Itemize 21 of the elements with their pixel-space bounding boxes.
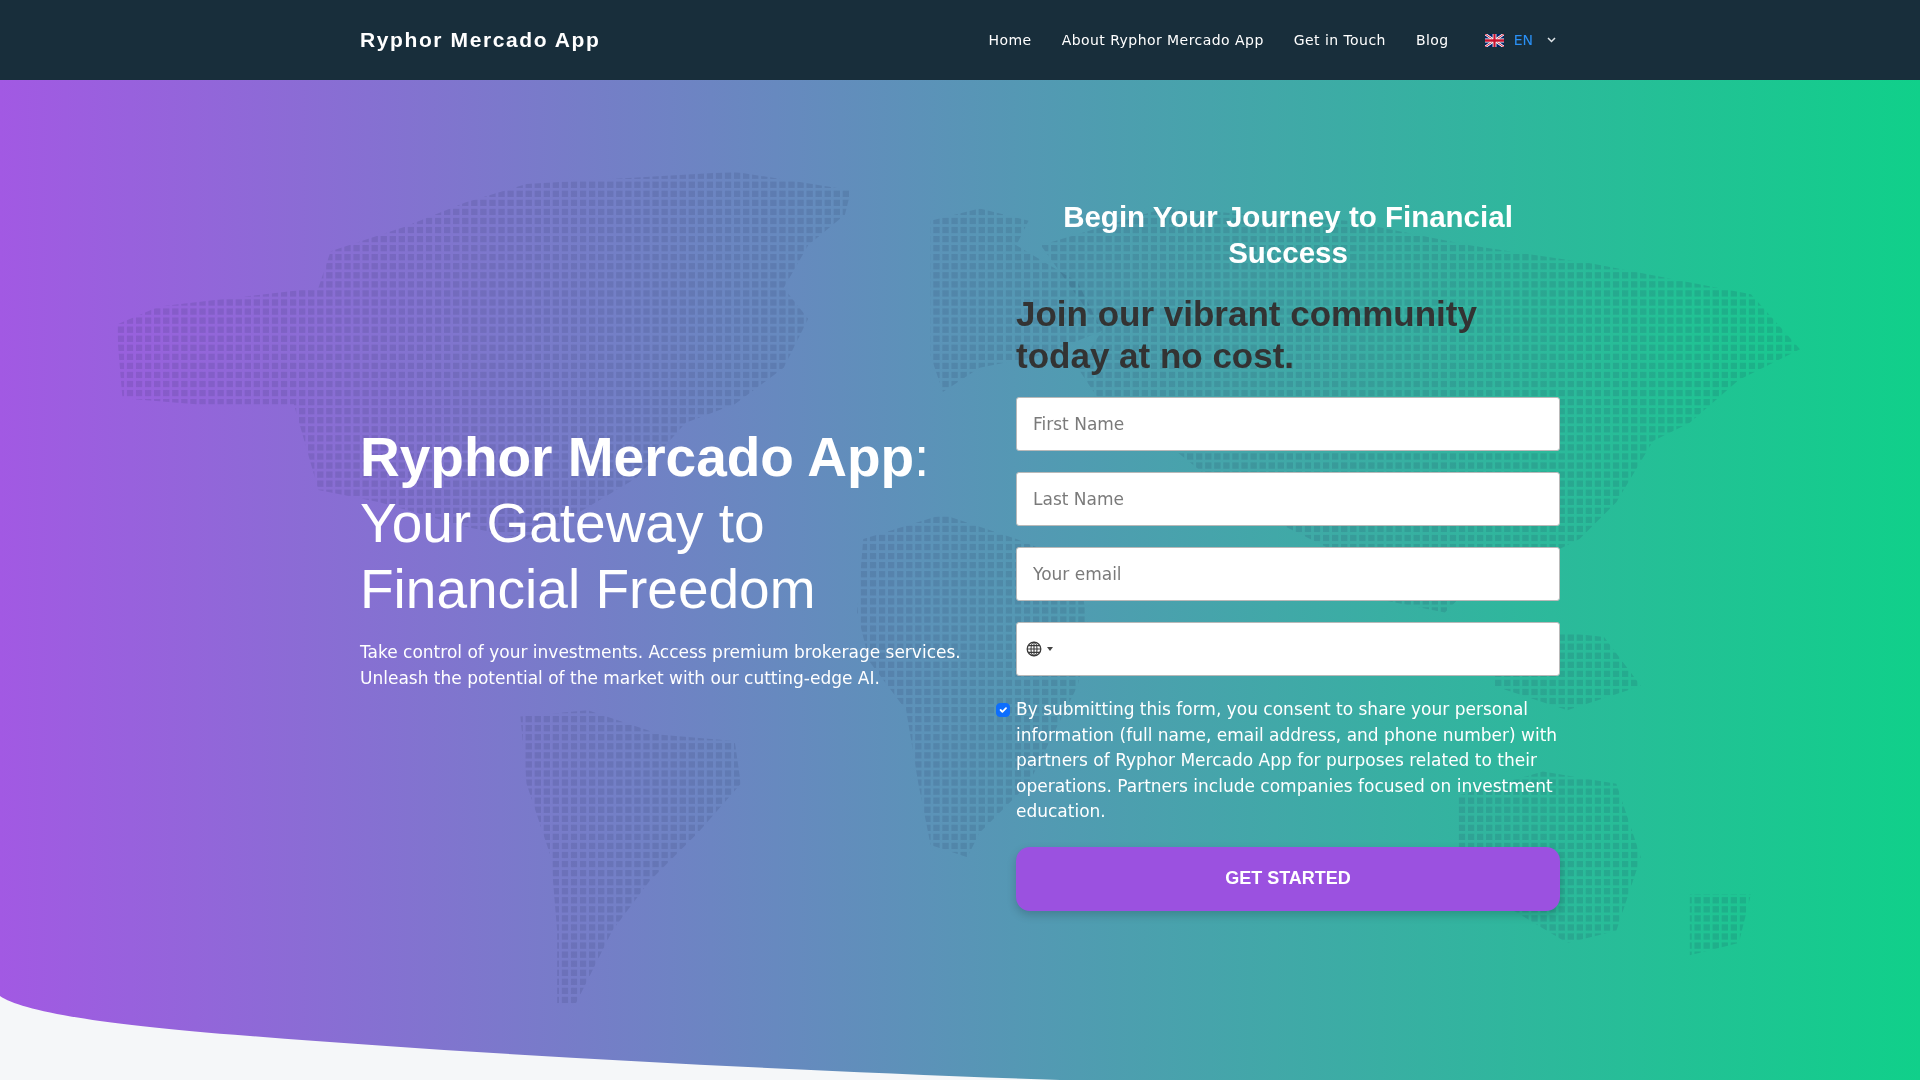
brand-logo-text[interactable]: Ryphor Mercado App (360, 24, 601, 56)
caret-icon (1047, 647, 1053, 651)
email-field[interactable]: Your email (1016, 547, 1560, 601)
hero-description: Take control of your investments. Access premium brokerage services. Unleash the potential of the market with our cutting-edge AI. (360, 641, 962, 690)
text-field[interactable]: First Name (1016, 397, 1560, 451)
form-subtitle: Join our vibrant community today at no cost. (1016, 293, 1478, 377)
language-selector[interactable]: EN (1480, 27, 1560, 53)
consent-text: By submitting this form, you consent to share your personal information (full name, email address, and phone number) with partners of Ryphor Mercado App for purposes related to their operations. Partners include companies focused on investment education. (1016, 698, 1559, 823)
nav-link[interactable]: About Ryphor Mercado App (1061, 25, 1264, 55)
get-started-button[interactable]: GET STARTED (1016, 846, 1560, 911)
hero-headline: Ryphor Mercado App: Your Gateway to Financial Freedom (360, 425, 931, 623)
globe-icon (1026, 641, 1042, 657)
nav-link[interactable]: Blog (1415, 25, 1449, 55)
consent-checkbox[interactable] (996, 703, 1010, 717)
form-title: Begin Your Journey to Financial Success (1062, 199, 1514, 271)
phone-field[interactable] (1016, 622, 1560, 676)
text-field[interactable]: Last Name (1016, 472, 1560, 526)
flag-icon (1484, 33, 1504, 47)
chevron-down-icon (1547, 37, 1556, 43)
nav-link[interactable]: Home (988, 25, 1032, 55)
nav-link[interactable]: Get in Touch (1293, 25, 1386, 55)
